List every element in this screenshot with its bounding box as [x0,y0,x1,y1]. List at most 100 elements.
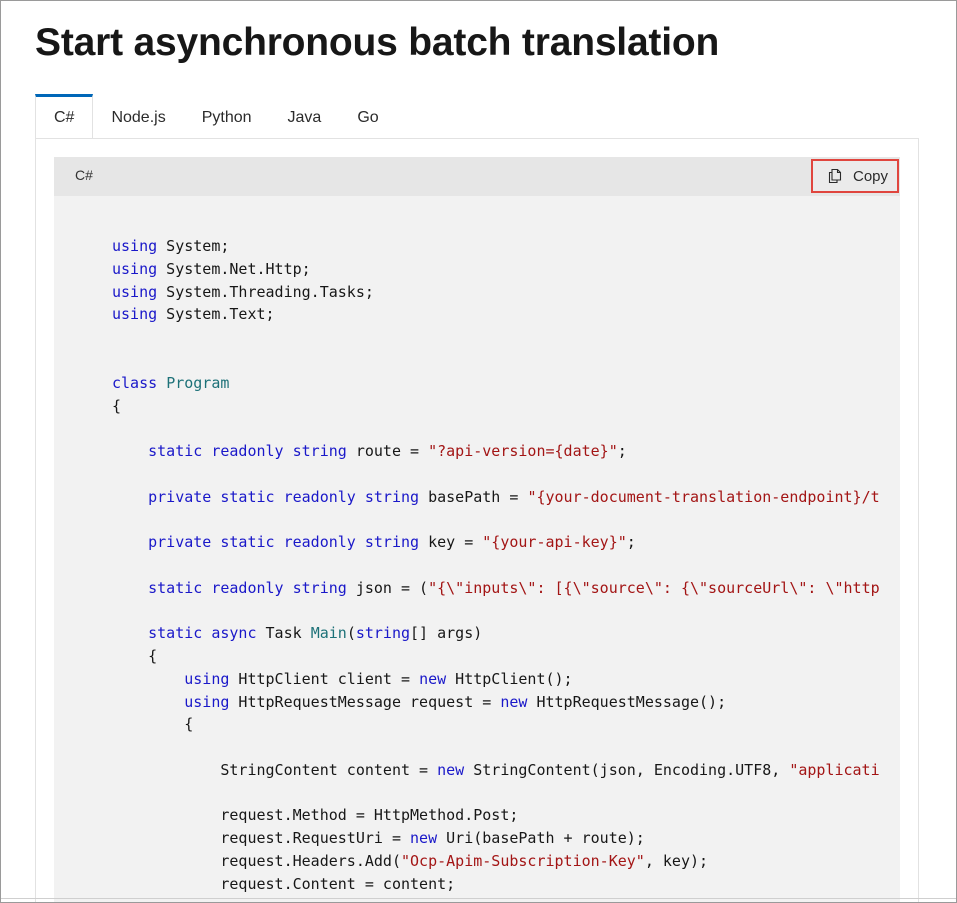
browser-frame: Start asynchronous batch translation C# … [0,0,957,903]
code-token: using [112,283,158,301]
code-line: private static readonly string basePath … [112,486,880,508]
code-token: Main [310,624,347,642]
code-token: using [184,670,230,688]
code-token: basePath = [419,488,528,506]
code-token: string [364,488,420,506]
tab-python[interactable]: Python [184,94,270,138]
code-line: using System; [112,235,229,257]
code-token: request.RequestUri = [112,829,411,847]
code-token: private [148,488,212,506]
code-line: StringContent content = new StringConten… [112,759,880,781]
code-token: string [364,533,420,551]
tab-go[interactable]: Go [339,94,396,138]
code-token: string [292,442,347,460]
code-token: { [112,647,158,665]
code-token: new [437,761,465,779]
tab-java[interactable]: Java [270,94,340,138]
code-token: route = [346,442,429,460]
code-token: "applicati [789,761,880,779]
code-token: using [112,305,158,323]
code-token: static [220,533,275,551]
code-token: readonly [211,442,284,460]
code-token: class [112,374,158,392]
copy-label: Copy [853,167,889,185]
code-line: request.Method = HttpMethod.Post; [112,804,518,826]
code-token: "{your-document-translation-endpoint}/t [527,488,880,506]
code-line: private static readonly string key = "{y… [112,531,636,553]
code-token: static [220,488,275,506]
code-token: Task [256,624,311,642]
code-token: "{\"inputs\": [{\"source\": {\"sourceUrl… [428,579,880,597]
code-line: using HttpClient client = new HttpClient… [112,668,573,690]
code-block: C# Copy using System; using System.Net.Ht… [54,157,900,902]
code-line: using System.Net.Http; [112,258,311,280]
page-title: Start asynchronous batch translation [35,21,720,64]
code-token: json = ( [346,579,429,597]
code-token: ; [617,442,627,460]
code-line: using HttpRequestMessage request = new H… [112,691,726,713]
code-line: request.Content = content; [112,873,455,895]
code-token: string [355,624,411,642]
code-line: { [112,645,157,667]
code-line: static async Task Main(string[] args) [112,622,482,644]
code-token: "{your-api-key}" [482,533,627,551]
code-line: using System.Threading.Tasks; [112,281,374,303]
code-line: class Program [112,372,229,394]
code-token: Uri(basePath + route); [437,829,645,847]
code-line: static readonly string route = "?api-ver… [112,440,627,462]
code-token: HttpClient(); [446,670,573,688]
code-token: HttpClient client = [229,670,420,688]
code-token: static [148,442,203,460]
code-token: HttpRequestMessage request = [229,693,501,711]
tab-nodejs[interactable]: Node.js [93,94,183,138]
code-header: C# Copy [54,157,900,196]
code-token: static [148,579,203,597]
code-token: [] args) [410,624,483,642]
code-token: request.Content = content; [112,875,456,893]
code-line: { [112,395,121,417]
code-token: using [112,260,158,278]
code-token: new [500,693,528,711]
code-line: static readonly string json = ("{\"input… [112,577,880,599]
code-token: ; [626,533,636,551]
copy-button[interactable]: Copy [811,159,899,193]
code-line: using System.Text; [112,303,275,325]
code-token: using [184,693,230,711]
code-token: , key); [644,852,709,870]
code-token: { [112,715,194,733]
code-token: Program [166,374,230,392]
tab-csharp[interactable]: C# [35,94,94,139]
code-token: System.Threading.Tasks; [157,283,374,301]
code-token: request.Method = HttpMethod.Post; [112,806,519,824]
code-token: StringContent content = [112,761,438,779]
code-line: { [112,713,193,735]
code-token: new [410,829,438,847]
code-token: using [112,237,158,255]
code-token: readonly [283,533,356,551]
code-token: StringContent(json, Encoding.UTF8, [464,761,790,779]
code-token: System.Text; [157,305,275,323]
code-token: private [148,533,212,551]
code-token: static [148,624,203,642]
code-token: ( [346,624,356,642]
code-token: string [292,579,347,597]
bottom-divider [1,898,956,899]
code-token: readonly [283,488,356,506]
code-token: { [112,397,122,415]
code-token: new [419,670,447,688]
